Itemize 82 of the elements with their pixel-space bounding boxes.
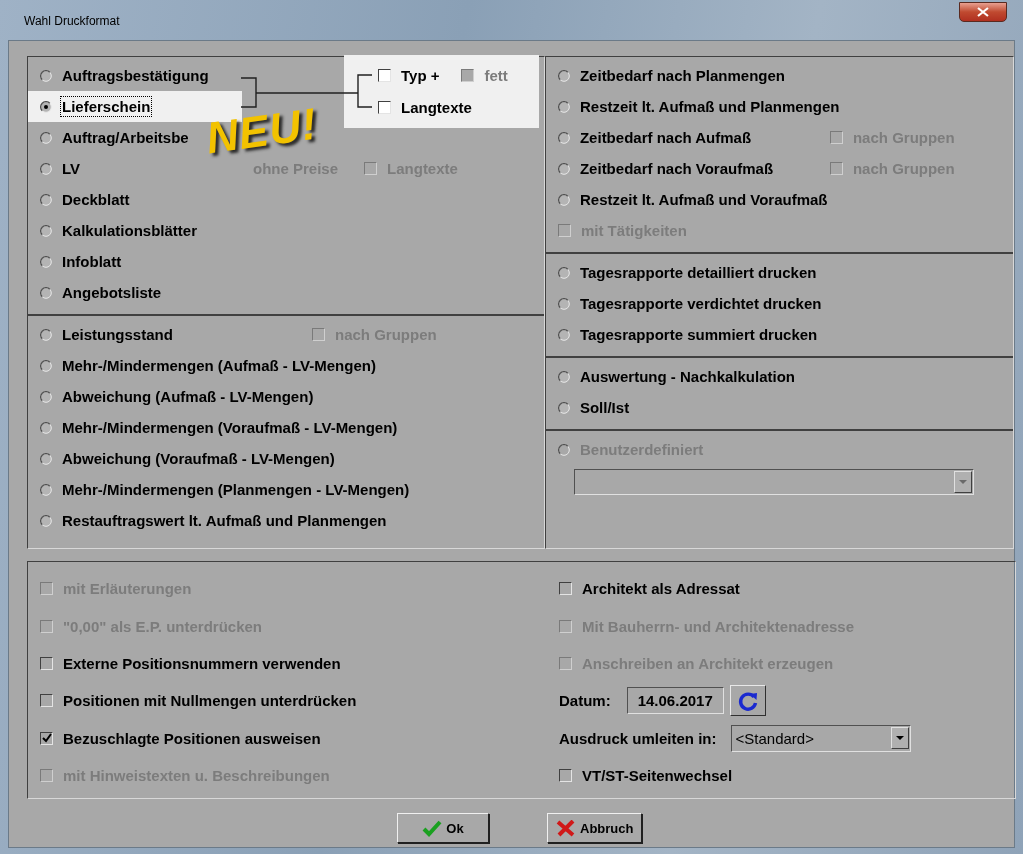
radio-button[interactable] [40,514,52,527]
checkbox[interactable] [40,694,53,708]
option-label: Abweichung (Voraufmaß - LV-Mengen) [62,450,335,467]
window-title: Wahl Druckformat [24,13,120,28]
x-icon [556,819,576,837]
option-label: Infoblatt [62,253,122,270]
option-label: Restzeit lt. Aufmaß und Planmengen [579,98,840,115]
option-label: Typ + [401,66,440,84]
radio-button[interactable] [557,100,570,113]
radio-button[interactable] [40,452,52,465]
option-label: Tagesrapporte detailliert drucken [579,264,817,281]
radio-button[interactable] [557,401,570,414]
option-label: Externe Positionsnummern verwenden [63,654,341,672]
radio-button[interactable] [40,359,52,372]
checkbox[interactable] [559,582,572,596]
refresh-icon [736,689,759,712]
option-label: Auftrag/Arbeitsbe [62,129,189,146]
option-label: Auswertung - Nachkalkulation [579,368,795,385]
radio-button[interactable] [40,100,52,113]
option-label: Zeitbedarf nach Aufmaß [579,129,752,146]
option-label: Mehr-/Mindermengen (Planmengen - LV-Mengen) [62,481,410,498]
check-mark-icon [41,733,52,744]
output-select[interactable]: <Standard> [730,724,911,752]
checkbox[interactable] [40,731,53,745]
radio-button[interactable] [557,328,570,341]
option-label: Restauftragswert lt. Aufmaß und Planmengen [62,512,387,529]
radio-button[interactable] [557,266,570,279]
date-field[interactable]: 14.06.2017 [626,687,724,715]
radio-button[interactable] [40,162,52,175]
radio-button[interactable] [40,131,52,144]
option-label: Zeitbedarf nach Voraufmaß [579,160,774,177]
option-label: Lieferschein [62,98,151,115]
close-button[interactable] [959,2,1007,22]
caret-icon [958,480,967,484]
option-label: Deckblatt [62,191,130,208]
check-icon [422,819,443,837]
option-label: Zeitbedarf nach Planmengen [579,67,785,84]
redirect-label: Ausdruck umleiten in: [559,729,717,747]
radio-button[interactable] [40,328,52,341]
option-label: Restzeit lt. Aufmaß und Voraufmaß [579,191,828,208]
radio-button[interactable] [40,69,52,82]
checkbox[interactable] [378,68,391,82]
date-label: Datum: [559,692,611,710]
caret-icon [895,736,904,741]
option-label: Langtexte [401,98,472,116]
radio-button[interactable] [40,224,52,237]
option-label: fett [484,66,508,84]
option-label: Mehr-/Mindermengen (Aufmaß - LV-Mengen) [62,357,376,374]
checkbox[interactable] [559,769,572,783]
option-label: Architekt als Adressat [582,580,740,598]
option-label: LV [62,160,81,177]
option-label: Leistungsstand [62,326,173,343]
option-label: Positionen mit Nullmengen unterdrücken [63,692,357,710]
radio-button[interactable] [557,131,570,144]
radio-button[interactable] [557,162,570,175]
checkbox[interactable] [378,100,391,114]
option-label: Soll/Ist [579,399,630,416]
option-label: VT/ST-Seitenwechsel [582,767,733,785]
ok-button[interactable]: Ok [397,813,489,843]
radio-button[interactable] [40,390,52,403]
option-label: Abweichung (Aufmaß - LV-Mengen) [62,388,314,405]
refresh-button[interactable] [729,685,766,717]
option-label: Auftragsbestätigung [62,67,209,84]
option-label: Angebotsliste [62,284,162,301]
radio-button[interactable] [557,370,570,383]
option-label: Tagesrapporte verdichtet drucken [579,295,822,312]
radio-button[interactable] [40,421,52,434]
option-label: Kalkulationsblätter [62,222,198,239]
checkbox[interactable] [40,656,53,670]
radio-button[interactable] [557,297,570,310]
option-label: Mehr-/Mindermengen (Voraufmaß - LV-Mengen) [62,419,398,436]
sticker-label: NEU! [203,101,321,161]
option-label: Tagesrapporte summiert drucken [579,326,818,343]
radio-button[interactable] [40,193,52,206]
radio-button[interactable] [557,69,570,82]
close-icon [977,7,989,17]
option-label: Bezuschlagte Positionen ausweisen [63,729,321,747]
cancel-button[interactable]: Abbruch [547,813,643,843]
radio-button[interactable] [40,286,52,299]
radio-button[interactable] [557,193,570,206]
radio-button[interactable] [40,255,52,268]
radio-button[interactable] [40,483,52,496]
